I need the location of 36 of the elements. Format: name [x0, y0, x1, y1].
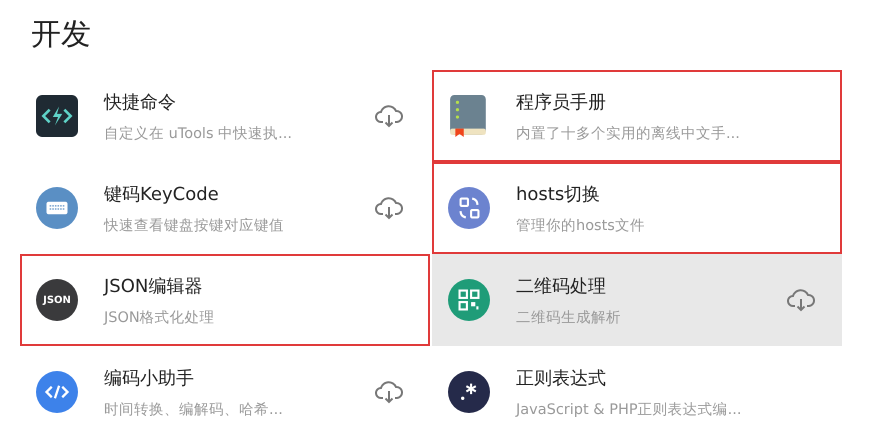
plugin-name: JSON编辑器 — [104, 274, 204, 298]
plugin-item[interactable]: 程序员手册 内置了十多个实用的离线中文手... — [432, 70, 842, 162]
swap-icon — [448, 187, 490, 229]
plugin-description: JSON格式化处理 — [104, 308, 216, 326]
asterisk-icon — [448, 371, 490, 413]
plugin-name: 正则表达式 — [516, 366, 607, 390]
keyboard-icon — [36, 187, 78, 229]
plugin-description: JavaScript & PHP正则表达式编... — [516, 400, 742, 418]
code-bolt-icon — [36, 95, 78, 137]
plugin-description: 时间转换、编解码、哈希... — [104, 400, 284, 418]
plugin-item[interactable]: 键码KeyCode 快速查看键盘按键对应键值 — [20, 162, 430, 254]
plugin-description: 二维码生成解析 — [516, 308, 622, 326]
plugin-name: 快捷命令 — [104, 90, 177, 114]
plugin-name: 键码KeyCode — [104, 182, 220, 206]
plugin-description: 自定义在 uTools 中快速执... — [104, 124, 293, 142]
plugin-name: hosts切换 — [516, 182, 602, 206]
cloud-download-icon[interactable] — [786, 288, 816, 312]
plugin-description: 快速查看键盘按键对应键值 — [104, 216, 285, 234]
plugin-name: 二维码处理 — [516, 274, 607, 298]
plugin-description: 内置了十多个实用的离线中文手... — [516, 124, 741, 142]
plugin-name: 程序员手册 — [516, 90, 607, 114]
plugin-item[interactable]: 正则表达式 JavaScript & PHP正则表达式编... — [432, 346, 842, 432]
code-icon — [36, 371, 78, 413]
json-icon: JSON — [36, 279, 78, 321]
plugin-description: 管理你的hosts文件 — [516, 216, 646, 234]
qr-code-icon — [448, 279, 490, 321]
plugin-item[interactable]: JSON JSON编辑器 JSON格式化处理 — [20, 254, 430, 346]
plugin-item[interactable]: 二维码处理 二维码生成解析 — [432, 254, 842, 346]
plugin-item[interactable]: 编码小助手 时间转换、编解码、哈希... — [20, 346, 430, 432]
cloud-download-icon[interactable] — [374, 196, 404, 220]
plugin-item[interactable]: 快捷命令 自定义在 uTools 中快速执... — [20, 70, 430, 162]
section-title: 开发 — [30, 16, 92, 54]
cloud-download-icon[interactable] — [374, 104, 404, 128]
cloud-download-icon[interactable] — [374, 380, 404, 404]
plugin-item[interactable]: hosts切换 管理你的hosts文件 — [432, 162, 842, 254]
plugin-name: 编码小助手 — [104, 366, 195, 390]
